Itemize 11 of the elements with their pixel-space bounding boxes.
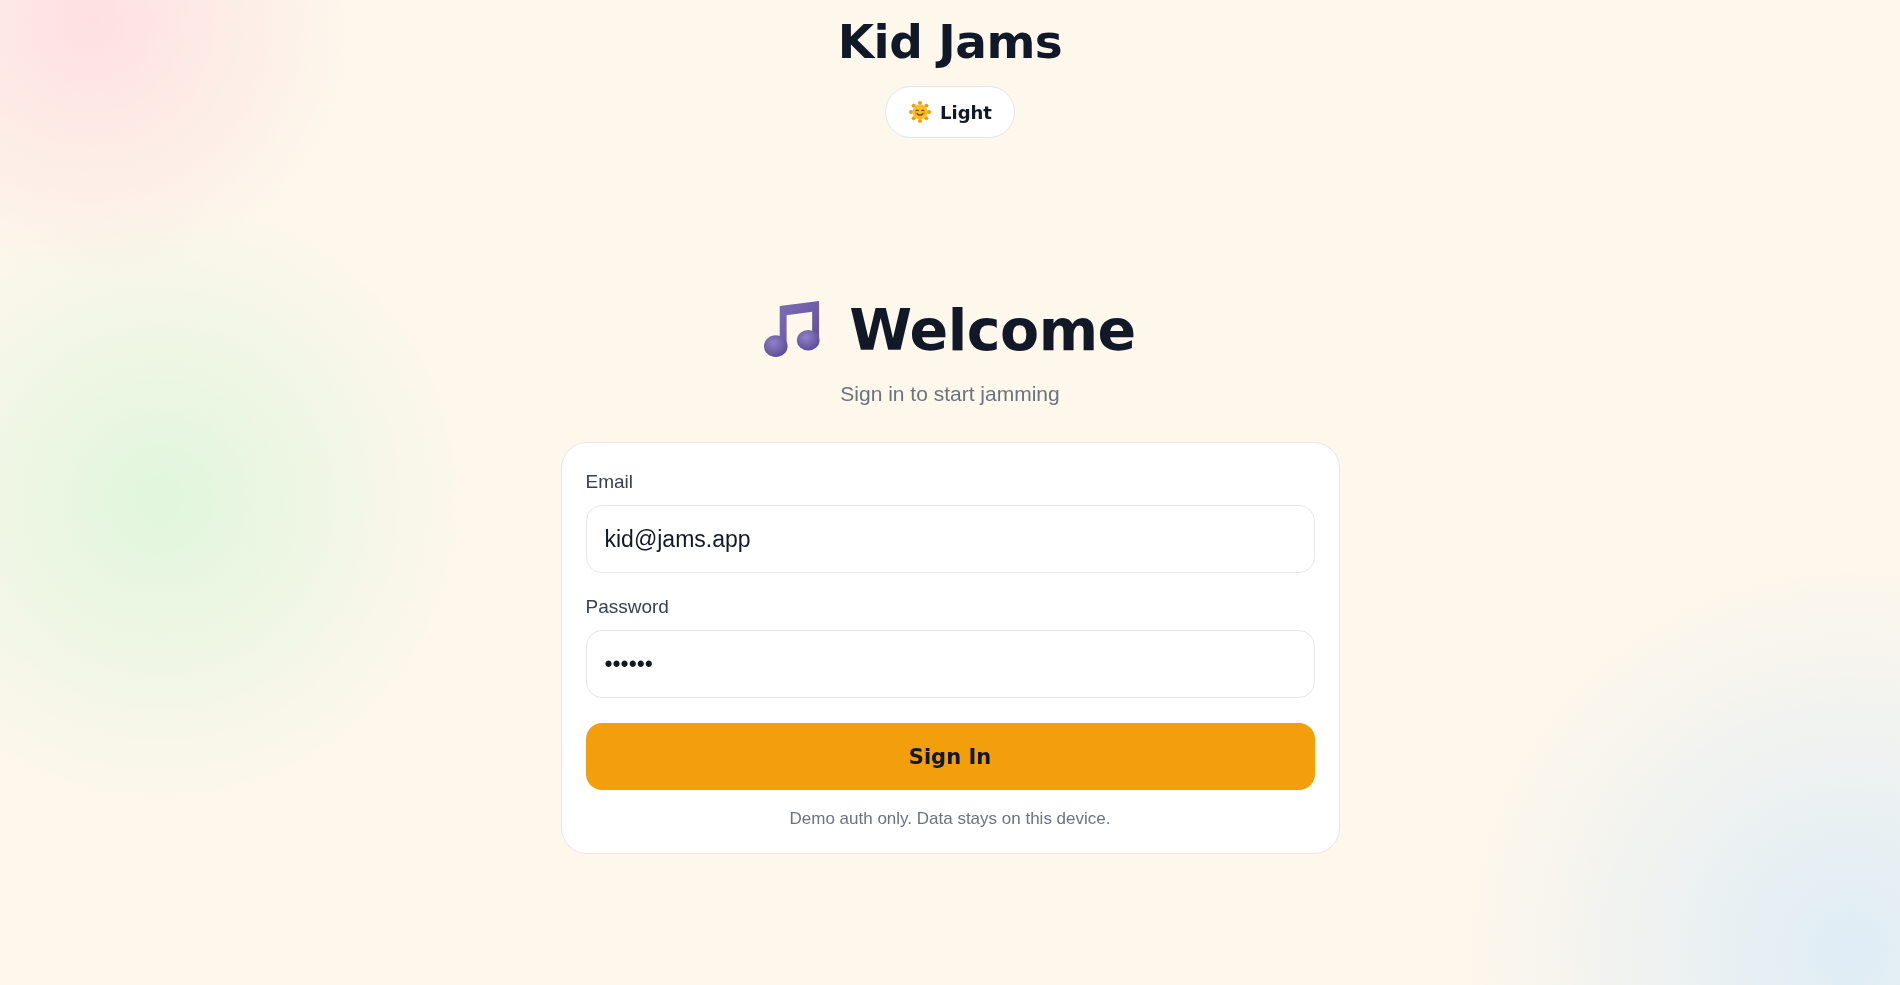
password-field[interactable]: •••••• [585, 630, 1315, 698]
subtitle-text: Sign in to start jamming [840, 381, 1060, 407]
theme-toggle-button[interactable]: Light [885, 86, 1015, 138]
sign-in-button[interactable]: Sign In [585, 723, 1315, 790]
email-field[interactable]: kid@jams.app [585, 505, 1315, 573]
email-label: Email [585, 470, 634, 494]
welcome-heading: Welcome [849, 296, 1136, 365]
password-label: Password [585, 595, 670, 619]
disclaimer-text: Demo auth only. Data stays on this device. [788, 808, 1112, 830]
app-title: Kid Jams [837, 13, 1063, 71]
sun-icon [909, 101, 931, 123]
